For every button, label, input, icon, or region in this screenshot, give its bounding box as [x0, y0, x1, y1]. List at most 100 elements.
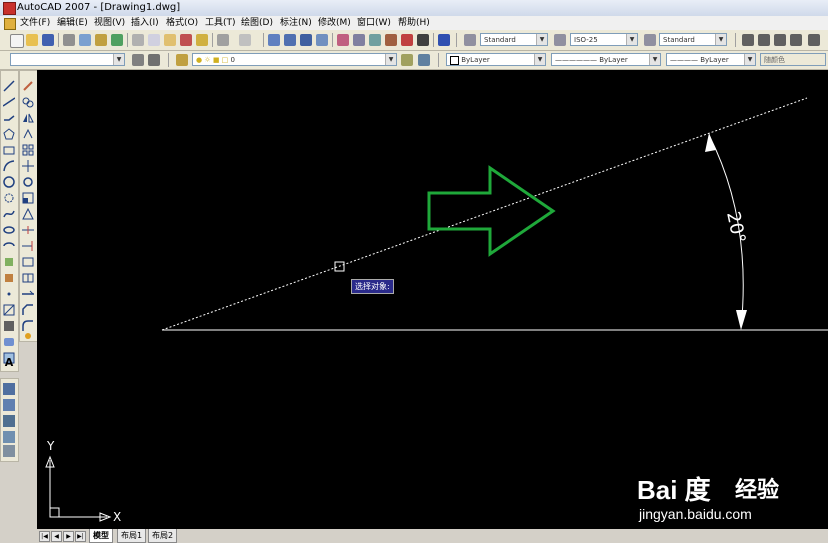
ordinate-dimension-icon[interactable]	[790, 34, 802, 46]
copy-object-icon[interactable]	[22, 93, 34, 108]
cut-icon[interactable]	[132, 34, 144, 46]
trim-icon[interactable]	[22, 221, 34, 234]
help-icon[interactable]	[438, 34, 450, 46]
point-icon[interactable]	[3, 285, 15, 297]
zoom-previous-icon[interactable]	[316, 34, 328, 46]
sheet-set-icon[interactable]	[385, 34, 397, 46]
redo-icon[interactable]	[239, 34, 251, 46]
offset-icon[interactable]	[22, 125, 34, 139]
menu-format[interactable]: 格式(O)	[166, 16, 198, 30]
mass-properties-icon[interactable]	[3, 445, 15, 457]
break-at-point-icon[interactable]	[22, 269, 34, 283]
explode-icon[interactable]	[22, 327, 34, 339]
multiline-text-icon[interactable]: A	[3, 357, 15, 369]
break-icon[interactable]	[22, 253, 34, 267]
layer-manager-icon[interactable]	[176, 54, 188, 66]
text-style-select[interactable]: Standard ▼	[480, 33, 548, 46]
chevron-down-icon[interactable]: ▼	[385, 54, 396, 65]
color-select[interactable]: ByLayer ▼	[446, 53, 546, 66]
tab-layout2[interactable]: 布局2	[148, 529, 178, 543]
tab-next-icon[interactable]: ▶	[63, 531, 74, 542]
ellipse-arc-icon[interactable]	[3, 237, 15, 249]
menu-file[interactable]: 文件(F)	[20, 16, 50, 30]
copy-icon[interactable]	[148, 34, 160, 46]
markup-icon[interactable]	[401, 34, 413, 46]
workspace-select[interactable]: ▼	[10, 53, 125, 66]
erase-icon[interactable]	[22, 77, 34, 91]
angled-line-selected[interactable]	[161, 97, 808, 331]
arc-icon[interactable]	[3, 157, 15, 172]
table-style-select[interactable]: Standard ▼	[659, 33, 727, 46]
menu-tools[interactable]: 工具(T)	[205, 16, 236, 30]
menu-help[interactable]: 帮助(H)	[398, 16, 430, 30]
plot-preview-icon[interactable]	[79, 34, 91, 46]
stretch-icon[interactable]	[22, 205, 34, 220]
list-icon[interactable]	[3, 415, 15, 427]
move-icon[interactable]	[22, 157, 34, 172]
menu-draw[interactable]: 绘图(D)	[241, 16, 273, 30]
tab-first-icon[interactable]: |◀	[39, 531, 50, 542]
scale-icon[interactable]	[22, 189, 34, 204]
chevron-down-icon[interactable]: ▼	[113, 54, 124, 65]
paste-icon[interactable]	[164, 34, 176, 46]
new-file-icon[interactable]	[10, 34, 24, 48]
workspace-save-icon[interactable]	[148, 54, 160, 66]
rotate-icon[interactable]	[22, 173, 34, 187]
rectangle-icon[interactable]	[3, 141, 15, 155]
publish-icon[interactable]	[95, 34, 107, 46]
lineweight-select[interactable]: ———— ByLayer ▼	[666, 53, 756, 66]
chevron-down-icon[interactable]: ▼	[534, 54, 545, 65]
chevron-down-icon[interactable]: ▼	[649, 54, 660, 65]
3d-dwf-icon[interactable]	[111, 34, 123, 46]
ellipse-icon[interactable]	[3, 221, 15, 234]
id-point-icon[interactable]	[3, 431, 15, 443]
angle-dimension-text[interactable]: 20°	[722, 210, 749, 246]
polygon-icon[interactable]	[3, 125, 15, 140]
menu-insert[interactable]: 插入(I)	[131, 16, 159, 30]
save-icon[interactable]	[42, 34, 54, 46]
radius-dimension-icon[interactable]	[808, 34, 820, 46]
menu-edit[interactable]: 编辑(E)	[57, 16, 88, 30]
layer-select[interactable]: ● ☼ ■ □ 0 ▼	[192, 53, 397, 66]
extend-icon[interactable]	[22, 237, 34, 251]
tab-last-icon[interactable]: ▶|	[75, 531, 86, 542]
construction-line-icon[interactable]	[2, 93, 16, 107]
open-file-icon[interactable]	[26, 34, 38, 46]
menu-dimension[interactable]: 标注(N)	[280, 16, 312, 30]
array-icon[interactable]	[22, 141, 34, 156]
tab-model[interactable]: 模型	[89, 529, 113, 543]
polyline-icon[interactable]	[3, 109, 15, 121]
insert-block-icon[interactable]	[3, 253, 15, 266]
chevron-down-icon[interactable]: ▼	[626, 34, 637, 45]
tab-layout1[interactable]: 布局1	[117, 529, 147, 543]
pan-icon[interactable]	[268, 34, 280, 46]
region-icon[interactable]	[3, 333, 15, 346]
linear-dimension-icon[interactable]	[742, 34, 754, 46]
match-properties-icon[interactable]	[180, 34, 192, 46]
circle-icon[interactable]	[3, 173, 15, 188]
zoom-window-icon[interactable]	[300, 34, 312, 46]
area-icon[interactable]	[3, 399, 15, 411]
properties-icon[interactable]	[337, 34, 349, 46]
spline-icon[interactable]	[3, 205, 15, 218]
revision-cloud-icon[interactable]	[3, 189, 15, 203]
make-block-icon[interactable]	[3, 269, 15, 282]
chevron-down-icon[interactable]: ▼	[715, 34, 726, 45]
block-editor-icon[interactable]	[196, 34, 208, 46]
menu-view[interactable]: 视图(V)	[94, 16, 125, 30]
undo-icon[interactable]	[217, 34, 229, 46]
hatch-icon[interactable]	[3, 301, 15, 316]
distance-icon[interactable]	[3, 383, 15, 395]
print-icon[interactable]	[63, 34, 75, 46]
tab-prev-icon[interactable]: ◀	[51, 531, 62, 542]
aligned-dimension-icon[interactable]	[758, 34, 770, 46]
tool-palettes-icon[interactable]	[369, 34, 381, 46]
make-object-layer-current-icon[interactable]	[401, 54, 413, 66]
layer-previous-icon[interactable]	[418, 54, 430, 66]
linetype-select[interactable]: —————— ByLayer ▼	[551, 53, 661, 66]
line-icon[interactable]	[3, 77, 15, 92]
dim-style-select[interactable]: ISO-25 ▼	[570, 33, 638, 46]
mirror-icon[interactable]	[22, 109, 34, 123]
zoom-realtime-icon[interactable]	[284, 34, 296, 46]
gradient-icon[interactable]	[3, 317, 15, 331]
